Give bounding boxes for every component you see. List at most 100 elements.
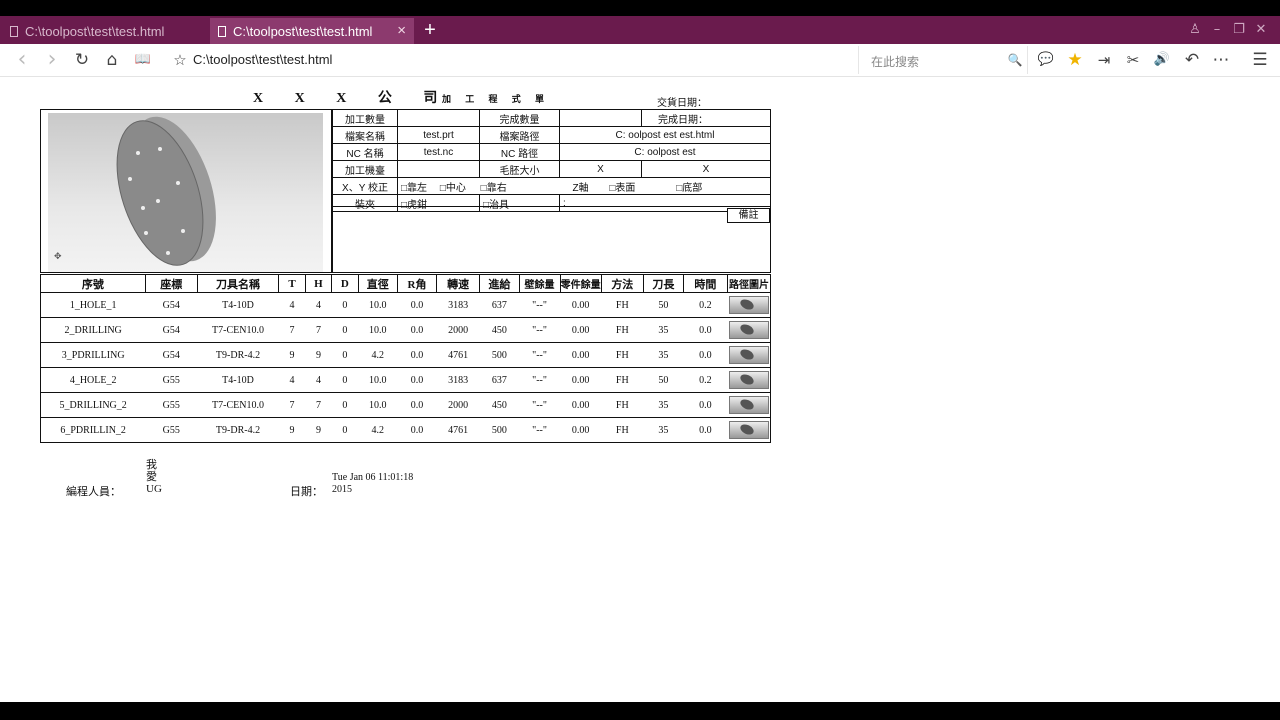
table-cell: 3183 xyxy=(436,292,480,318)
toolpath-thumbnail-icon[interactable] xyxy=(728,371,769,389)
disk-part-icon: ✥ xyxy=(54,116,216,266)
tab-inactive[interactable]: C:\toolpost\test\test.html xyxy=(4,18,206,44)
toolpath-thumbnail-icon[interactable] xyxy=(728,346,769,364)
table-cell: 4761 xyxy=(436,342,480,368)
table-cell: FH xyxy=(601,342,644,368)
forward-icon[interactable]: › xyxy=(42,49,62,71)
close-window-button[interactable]: ✕ xyxy=(1253,22,1269,38)
address-bar[interactable]: C:\toolpost\test\test.html xyxy=(193,52,332,67)
table-cell: "--" xyxy=(519,317,561,343)
col-header: 壁餘量 xyxy=(518,274,561,293)
menu-icon[interactable]: ☰ xyxy=(1250,50,1270,70)
table-cell: 35 xyxy=(643,342,684,368)
table-cell: 2000 xyxy=(436,317,480,343)
restore-button[interactable]: ❐ xyxy=(1231,22,1247,38)
xy-right-checkbox[interactable]: □靠右 xyxy=(481,183,507,194)
path-image-cell[interactable] xyxy=(727,317,772,343)
col-header: 刀長 xyxy=(642,274,684,293)
xy-center-checkbox[interactable]: □中心 xyxy=(440,183,466,194)
reader-icon[interactable]: 📖 xyxy=(133,50,153,70)
table-cell: 50 xyxy=(643,367,684,393)
table-cell: 10.0 xyxy=(358,367,398,393)
undo-icon[interactable]: ↶ xyxy=(1182,50,1202,70)
tab-active[interactable]: C:\toolpost\test\test.html × xyxy=(210,18,414,44)
reload-icon[interactable]: ↻ xyxy=(72,50,92,70)
col-header: R角 xyxy=(396,274,438,293)
table-cell: 0.0 xyxy=(683,317,728,343)
toolpath-thumbnail-icon[interactable] xyxy=(728,321,769,339)
table-row: 5_DRILLING_2 G55 T7-CEN10.0 7 7 0 10.0 0.0 2000 4… xyxy=(40,392,772,418)
favorites-icon[interactable]: ★ xyxy=(1065,50,1085,70)
svg-text:✥: ✥ xyxy=(54,252,62,262)
xy-left-checkbox[interactable]: □靠左 xyxy=(401,183,427,194)
table-cell: 0.00 xyxy=(560,317,602,343)
file-value: test.prt xyxy=(397,126,480,144)
table-row: 3_PDRILLING G54 T9-DR-4.2 9 9 0 4.2 0.0 4761 500 "… xyxy=(40,342,772,368)
exit-icon[interactable]: ⇥ xyxy=(1094,50,1114,70)
path-image-cell[interactable] xyxy=(727,367,772,393)
col-header: T xyxy=(278,274,306,293)
home-icon[interactable]: ⌂ xyxy=(102,50,122,70)
col-header: 直徑 xyxy=(357,274,398,293)
table-cell: 2000 xyxy=(436,392,480,418)
date-label: 日期： xyxy=(290,486,323,498)
user-icon[interactable]: ♙ xyxy=(1187,22,1203,38)
table-cell: 0.00 xyxy=(560,367,602,393)
table-cell: 0 xyxy=(331,292,359,318)
table-cell: G55 xyxy=(145,367,198,393)
toolpath-thumbnail-icon[interactable] xyxy=(728,396,769,414)
table-cell: T4-10D xyxy=(197,367,279,393)
col-header: 進給 xyxy=(479,274,520,293)
table-cell: 7 xyxy=(305,392,332,418)
search-box[interactable]: 在此搜索 🔍 xyxy=(858,46,1028,74)
toolpath-thumbnail-icon[interactable] xyxy=(728,421,769,439)
delivery-date-label: 交貨日期： xyxy=(657,98,707,109)
search-icon[interactable]: 🔍 xyxy=(1005,50,1025,70)
table-cell: 4 xyxy=(278,367,306,393)
search-placeholder: 在此搜索 xyxy=(871,55,920,69)
header-row: 序號 座標 刀具名稱 T H D 直徑 R角 轉速 進給 壁餘量 零件餘量 方法… xyxy=(40,274,772,293)
table-row: 6_PDRILLIN_2 G55 T9-DR-4.2 9 9 0 4.2 0.0 4761 500… xyxy=(40,417,772,443)
path-image-cell[interactable] xyxy=(727,342,772,368)
new-tab-button[interactable]: + xyxy=(420,18,440,42)
z-surface-checkbox[interactable]: □表面 xyxy=(609,183,635,194)
table-cell: 0.0 xyxy=(397,392,437,418)
table-cell: 9 xyxy=(278,342,306,368)
path-image-cell[interactable] xyxy=(727,417,772,443)
scissors-icon[interactable]: ✂ xyxy=(1123,50,1143,70)
tab-strip: C:\toolpost\test\test.html C:\toolpost\t… xyxy=(0,16,1280,44)
path-image-cell[interactable] xyxy=(727,292,772,318)
table-cell: G55 xyxy=(145,392,198,418)
table-cell: 10.0 xyxy=(358,317,398,343)
table-cell: G54 xyxy=(145,292,198,318)
back-icon[interactable]: ‹ xyxy=(12,49,32,71)
z-bottom-checkbox[interactable]: □底部 xyxy=(676,183,702,194)
document-icon xyxy=(218,25,226,37)
more-icon[interactable]: ⋯ xyxy=(1211,50,1231,70)
file-path-label: 檔案路徑 xyxy=(479,126,560,144)
table-cell: FH xyxy=(601,292,644,318)
table-cell: 35 xyxy=(643,417,684,443)
col-header: H xyxy=(304,274,333,293)
bookmark-star-icon[interactable]: ☆ xyxy=(170,50,190,70)
table-cell: G55 xyxy=(145,417,198,443)
toolpath-thumbnail-icon[interactable] xyxy=(728,296,769,314)
wechat-icon[interactable]: 💬 xyxy=(1036,50,1056,70)
table-cell: 637 xyxy=(479,292,520,318)
table-cell: 637 xyxy=(479,367,520,393)
path-image-cell[interactable] xyxy=(727,392,772,418)
table-cell: 7 xyxy=(278,392,306,418)
table-cell: 9 xyxy=(278,417,306,443)
table-cell: 35 xyxy=(643,317,684,343)
nc-path-value: C: oolpost est xyxy=(559,143,771,161)
machine-value xyxy=(397,160,480,178)
table-cell: 0.0 xyxy=(683,392,728,418)
table-cell: 4 xyxy=(305,292,332,318)
minimize-button[interactable]: – xyxy=(1209,22,1225,38)
table-cell: T9-DR-4.2 xyxy=(197,417,279,443)
tab-label: C:\toolpost\test\test.html xyxy=(25,23,165,39)
close-tab-icon[interactable]: × xyxy=(397,22,406,39)
volume-icon[interactable]: 🔊 xyxy=(1152,50,1172,70)
table-cell: T4-10D xyxy=(197,292,279,318)
file-path-value: C: oolpost est est.html xyxy=(559,126,771,144)
